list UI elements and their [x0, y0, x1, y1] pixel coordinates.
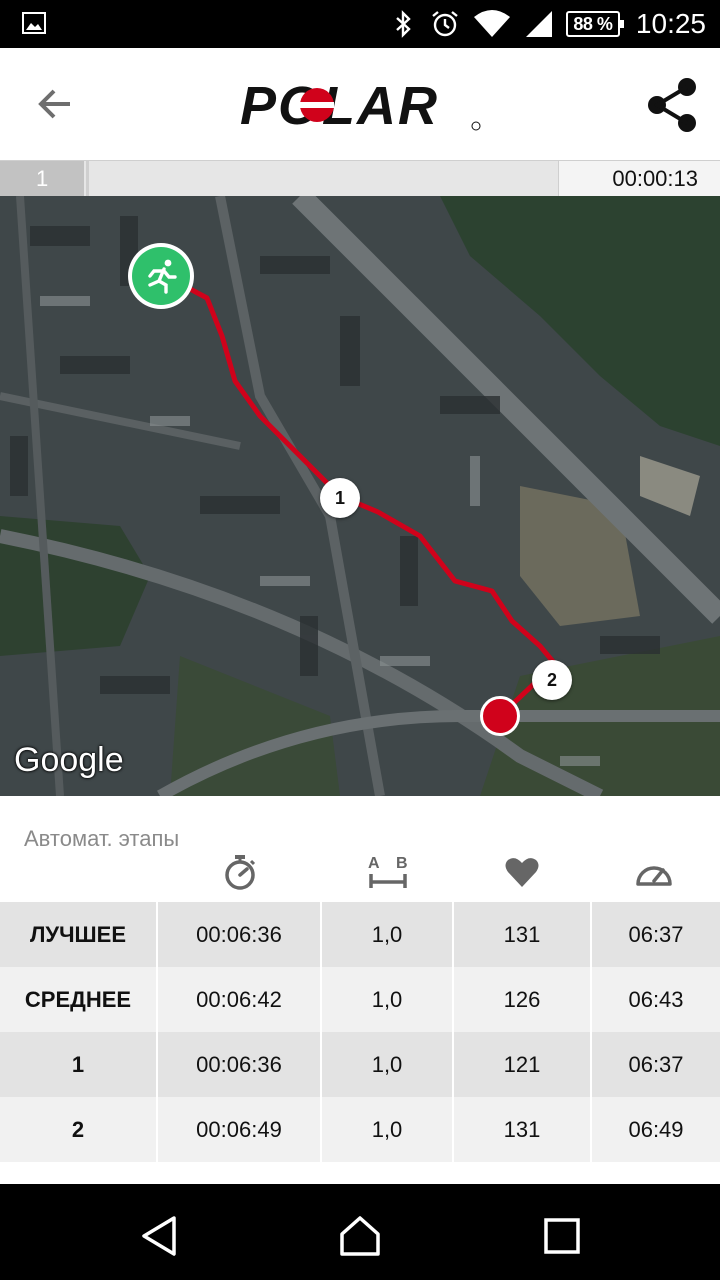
- stopwatch-icon: [225, 855, 256, 890]
- row-label: ЛУЧШЕЕ: [0, 902, 158, 967]
- share-icon[interactable]: [642, 76, 704, 134]
- lap-marker-2[interactable]: 2: [532, 660, 572, 700]
- status-bar: 88 % 10:25: [0, 0, 720, 48]
- heart-icon: [505, 858, 539, 887]
- table-row[interactable]: СРЕДНЕЕ 00:06:42 1,0 126 06:43: [0, 967, 720, 1032]
- lap-divider: [86, 161, 89, 196]
- pace-gauge-icon: [636, 866, 672, 886]
- lap-pace: 06:43: [628, 987, 684, 1012]
- finish-marker[interactable]: [480, 696, 520, 736]
- app-bar: POLAR: [0, 48, 720, 160]
- lap-pace: 06:49: [628, 1117, 684, 1142]
- lap-distance: 1,0: [322, 902, 454, 967]
- arrow-back-icon[interactable]: [30, 82, 80, 126]
- battery-icon: 88 %: [565, 11, 624, 37]
- section-title: Автомат. этапы: [24, 826, 180, 851]
- home-icon[interactable]: [338, 1214, 382, 1258]
- auto-laps-section: Автомат. этапы A B ЛУЧШЕЕ 00:06:36 1,0 1…: [0, 796, 720, 1184]
- start-marker[interactable]: [126, 241, 196, 311]
- lap-heart-rate: 121: [454, 1032, 592, 1097]
- lap-heart-rate: 126: [454, 967, 592, 1032]
- navigation-bar: [0, 1184, 720, 1280]
- lap-duration: 00:06:36: [158, 1032, 322, 1097]
- signal-icon: [525, 11, 552, 37]
- polar-logo-text: POLAR: [240, 78, 439, 134]
- lap-duration: 00:06:49: [158, 1097, 322, 1162]
- satellite-map: [0, 196, 720, 796]
- lap-distance: 1,0: [322, 967, 454, 1032]
- distance-icon-label-b: B: [396, 855, 408, 872]
- google-attribution: Google: [14, 741, 124, 779]
- gallery-icon: [22, 12, 46, 34]
- lap-time: 00:00:13: [558, 161, 720, 196]
- polar-logo: POLAR: [240, 78, 481, 134]
- lap-number[interactable]: 1: [0, 161, 84, 196]
- row-label: СРЕДНЕЕ: [0, 967, 158, 1032]
- battery-level: 88 %: [573, 13, 613, 34]
- lap-distance: 1,0: [322, 1032, 454, 1097]
- lap-heart-rate: 131: [454, 1097, 592, 1162]
- wifi-icon: [473, 10, 510, 37]
- recents-icon[interactable]: [540, 1214, 584, 1258]
- lap-duration: 00:06:36: [158, 902, 322, 967]
- route-map[interactable]: 1 2 Google: [0, 196, 720, 796]
- distance-icon-label-a: A: [368, 855, 380, 872]
- back-triangle-icon[interactable]: [138, 1214, 182, 1258]
- lap-pace: 06:37: [628, 1052, 684, 1077]
- alarm-icon: [432, 11, 458, 37]
- table-row[interactable]: 1 00:06:36 1,0 121 06:37: [0, 1032, 720, 1097]
- lap-duration: 00:06:42: [158, 967, 322, 1032]
- lap-distance: 1,0: [322, 1097, 454, 1162]
- distance-ab-icon: A B: [368, 855, 408, 888]
- status-icons: 88 % 10:25: [388, 0, 706, 48]
- row-label: 1: [0, 1032, 158, 1097]
- table-row[interactable]: 2 00:06:49 1,0 131 06:49: [0, 1097, 720, 1162]
- lap-marker-1[interactable]: 1: [320, 478, 360, 518]
- lap-selector[interactable]: 1 00:00:13: [0, 160, 720, 196]
- lap-pace: 06:37: [628, 922, 684, 947]
- lap-heart-rate: 131: [454, 902, 592, 967]
- row-label: 2: [0, 1097, 158, 1162]
- clock: 10:25: [635, 8, 706, 39]
- bluetooth-icon: [396, 10, 411, 38]
- table-row[interactable]: ЛУЧШЕЕ 00:06:36 1,0 131 06:37: [0, 902, 720, 967]
